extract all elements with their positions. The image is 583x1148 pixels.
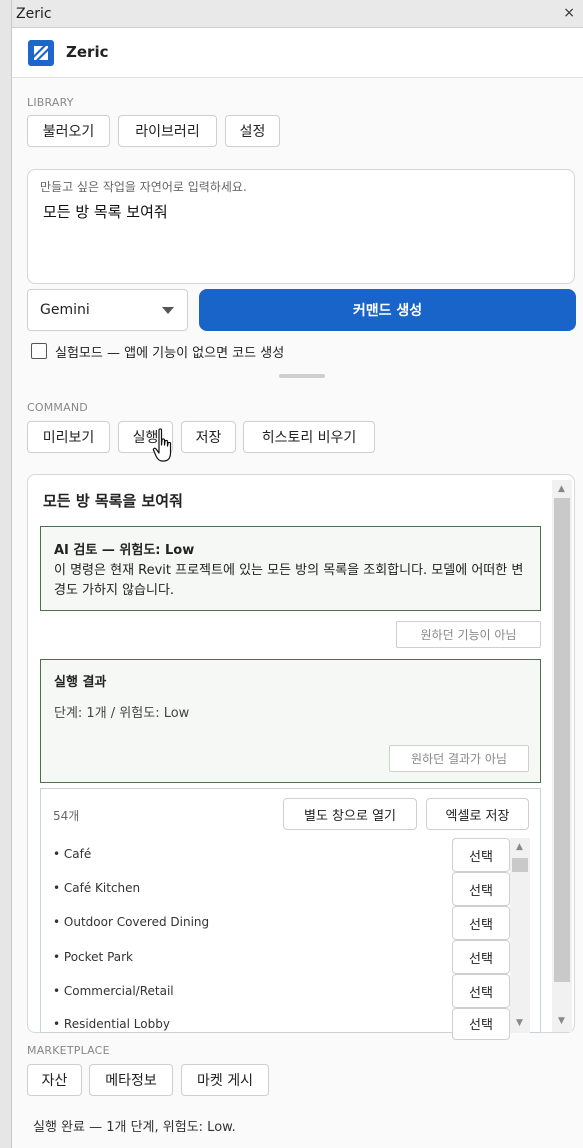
window-titlebar: Zeric ×: [12, 0, 583, 28]
open-in-window-button[interactable]: 별도 창으로 열기: [283, 798, 417, 830]
load-button[interactable]: 불러오기: [27, 115, 110, 147]
save-button[interactable]: 저장: [181, 421, 236, 453]
clear-history-button[interactable]: 히스토리 비우기: [243, 421, 375, 453]
list-item-label: • Pocket Park: [53, 950, 133, 964]
zeric-logo-icon: [28, 40, 54, 66]
list-item-label: • Commercial/Retail: [53, 984, 174, 998]
item-count: 54개: [53, 809, 80, 823]
select-button[interactable]: 선택: [452, 974, 510, 1008]
experimental-mode-label: 실험모드 — 앱에 기능이 없으면 코드 생성: [55, 346, 285, 361]
prompt-placeholder: 만들고 싶은 작업을 자연어로 입력하세요.: [40, 180, 247, 194]
brand-name: Zeric: [66, 43, 109, 61]
scroll-up-icon[interactable]: ▲: [558, 484, 565, 494]
result-detail: 단계: 1개 / 위험도: Low: [54, 706, 190, 721]
list-item-label: • Café: [53, 847, 92, 861]
command-section-label: COMMAND: [27, 401, 88, 414]
list-item-label: • Outdoor Covered Dining: [53, 915, 210, 929]
select-button[interactable]: 선택: [452, 838, 510, 872]
select-button[interactable]: 선택: [452, 1008, 510, 1040]
scroll-down-icon[interactable]: ▼: [516, 1018, 523, 1028]
select-button[interactable]: 선택: [452, 872, 510, 906]
list-scrollbar[interactable]: ▲ ▼: [510, 838, 530, 1033]
ai-review-box: AI 검토 — 위험도: Low 이 명령은 현재 Revit 프로젝트에 있는…: [40, 526, 541, 611]
export-excel-button[interactable]: 엑셀로 저장: [426, 798, 529, 830]
settings-button[interactable]: 설정: [225, 115, 280, 147]
chevron-down-icon: [162, 307, 174, 314]
select-button[interactable]: 선택: [452, 906, 510, 940]
select-button[interactable]: 선택: [452, 940, 510, 974]
preview-button[interactable]: 미리보기: [27, 421, 110, 453]
model-select-value: Gemini: [40, 302, 90, 318]
metadata-button[interactable]: 메타정보: [89, 1064, 173, 1096]
generate-command-button[interactable]: 커맨드 생성: [199, 289, 576, 331]
list-scrollbar-thumb[interactable]: [512, 858, 528, 872]
host-window-edge: [0, 0, 12, 1148]
ai-review-description: 이 명령은 현재 Revit 프로젝트에 있는 모든 방의 목록을 조회합니다.…: [54, 563, 524, 598]
window-title: Zeric: [16, 6, 52, 22]
marketplace-section-label: MARKETPLACE: [27, 1044, 110, 1057]
card-scrollbar[interactable]: ▲ ▼: [552, 480, 572, 1032]
library-button[interactable]: 라이브러리: [118, 115, 217, 147]
card-title: 모든 방 목록을 보여줘: [43, 492, 183, 510]
result-heading: 실행 결과: [54, 675, 107, 690]
hand-cursor-icon: [152, 428, 178, 470]
scroll-down-icon[interactable]: ▼: [558, 1016, 565, 1026]
not-intended-result-button[interactable]: 원하던 결과가 아님: [389, 745, 529, 772]
status-text: 실행 완료 — 1개 단계, 위험도: Low.: [33, 1120, 236, 1135]
close-icon[interactable]: ×: [563, 5, 575, 21]
model-select[interactable]: Gemini: [27, 289, 188, 331]
library-section-label: LIBRARY: [27, 96, 74, 109]
experimental-mode-checkbox[interactable]: [31, 343, 47, 359]
not-intended-feature-button[interactable]: 원하던 기능이 아님: [396, 621, 541, 648]
list-item-label: • Café Kitchen: [53, 881, 141, 895]
card-scrollbar-thumb[interactable]: [554, 498, 570, 982]
scroll-up-icon[interactable]: ▲: [516, 842, 523, 852]
assets-button[interactable]: 자산: [27, 1064, 82, 1096]
ai-review-heading: AI 검토 — 위험도: Low: [54, 543, 195, 558]
prompt-value: 모든 방 목록 보여줘: [43, 203, 168, 221]
resize-handle[interactable]: [279, 374, 325, 378]
list-item-label: • Residential Lobby: [53, 1017, 170, 1031]
market-publish-button[interactable]: 마켓 게시: [181, 1064, 269, 1096]
